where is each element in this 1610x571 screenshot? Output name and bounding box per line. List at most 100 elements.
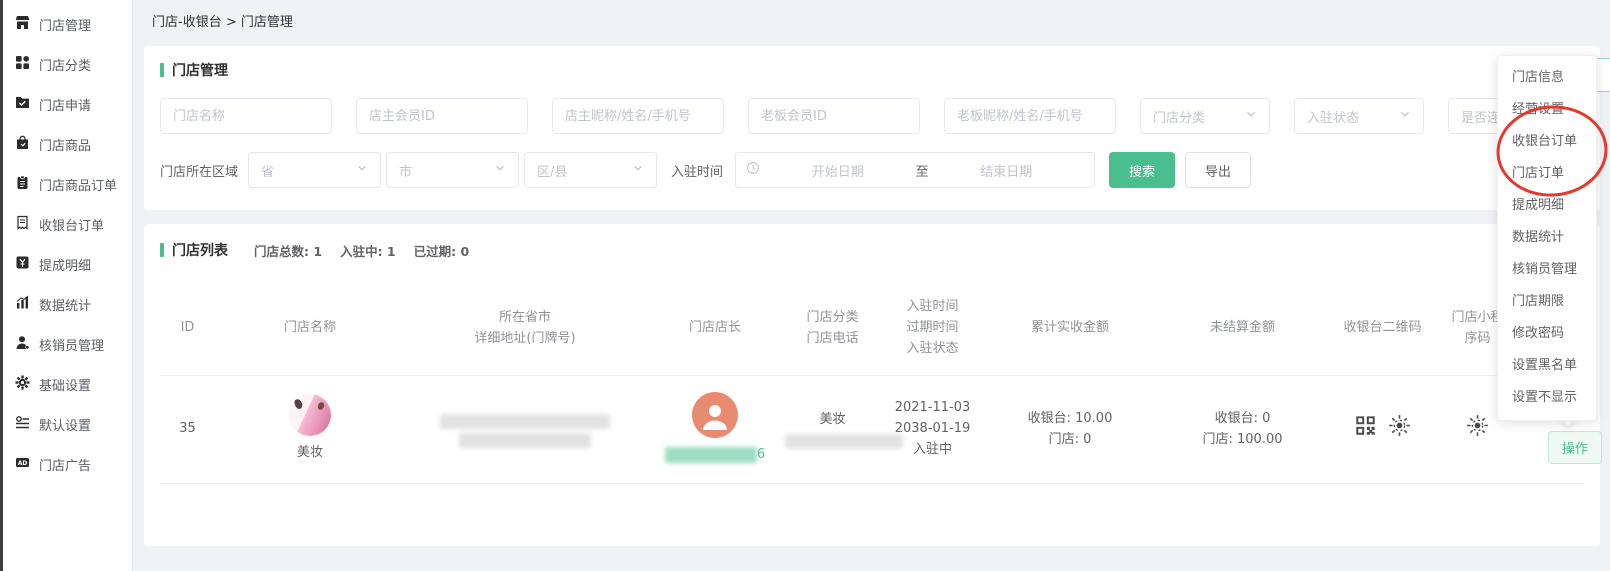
stat-active: 入驻中: 1 — [340, 241, 396, 260]
sidebar-item-label: 门店商品 — [39, 135, 91, 154]
main-content: 门店-收银台 > 门店管理 门店管理 门店分类 入驻状态 是否连锁店 — [134, 0, 1610, 571]
date-to-label: 至 — [916, 161, 929, 180]
store-category: 美妆 — [785, 409, 880, 430]
menu-item-business-settings[interactable]: 经营设置 — [1498, 94, 1596, 126]
boss-id-input[interactable] — [748, 98, 920, 134]
date-start-placeholder[interactable]: 开始日期 — [760, 161, 916, 180]
sidebar-item-store-ads[interactable]: AD 门店广告 — [3, 444, 132, 484]
chevron-down-icon — [1245, 108, 1257, 124]
sidebar-item-label: 提成明细 — [39, 255, 91, 274]
region-selects: 省 市 区/县 — [248, 152, 657, 188]
folder-check-icon — [15, 95, 30, 114]
filter-row-2: 门店所在区域 省 市 区/县 入驻时间 开始日期 至 — [160, 152, 1584, 188]
title-accent-bar — [160, 243, 164, 257]
col-address: 所在省市详细地址(门牌号) — [405, 307, 645, 349]
sidebar-item-store-manage[interactable]: 门店管理 — [3, 4, 132, 44]
sidebar-item-verifier-manage[interactable]: 核销员管理 — [3, 324, 132, 364]
category-select[interactable]: 门店分类 — [1140, 98, 1270, 134]
list-title-text: 门店列表 — [172, 240, 228, 260]
chevron-down-icon — [494, 162, 506, 178]
unsettled-cashier: 收银台: 0 — [1155, 408, 1330, 429]
menu-item-set-hidden[interactable]: 设置不显示 — [1498, 382, 1596, 414]
region-label: 门店所在区域 — [160, 161, 238, 180]
miniprogram-code-icon[interactable] — [1466, 426, 1489, 441]
sidebar-item-store-goods-orders[interactable]: 门店商品订单 — [3, 164, 132, 204]
menu-item-store-orders[interactable]: 门店订单 — [1498, 158, 1596, 190]
menu-item-change-password[interactable]: 修改密码 — [1498, 318, 1596, 350]
menu-item-commission-detail[interactable]: 提成明细 — [1498, 190, 1596, 222]
date-end-placeholder[interactable]: 结束日期 — [929, 161, 1085, 180]
row-unsettled: 收银台: 0 门店: 100.00 — [1155, 408, 1330, 450]
sidebar-item-label: 门店申请 — [39, 95, 91, 114]
blurred-address-line — [459, 433, 591, 448]
action-dropdown-menu: 门店信息 经营设置 收银台订单 门店订单 提成明细 数据统计 核销员管理 门店期… — [1497, 55, 1597, 421]
sidebar-item-store-category[interactable]: 门店分类 — [3, 44, 132, 84]
sidebar-item-label: 默认设置 — [39, 415, 91, 434]
city-select[interactable]: 市 — [386, 152, 519, 188]
gear-icon — [15, 375, 30, 394]
filter-row-1: 门店分类 入驻状态 是否连锁店 — [160, 98, 1584, 134]
menu-item-verifier-manage[interactable]: 核销员管理 — [1498, 254, 1596, 286]
qr-code-icon[interactable] — [1355, 415, 1376, 443]
miniprogram-code-icon[interactable] — [1388, 414, 1411, 444]
row-time-status: 2021-11-03 2038-01-19 入驻中 — [880, 397, 985, 460]
export-button[interactable]: 导出 — [1185, 152, 1251, 188]
menu-item-store-info[interactable]: 门店信息 — [1498, 62, 1596, 94]
store-name-input[interactable] — [160, 98, 332, 134]
search-button[interactable]: 搜索 — [1109, 152, 1175, 188]
sidebar-item-label: 核销员管理 — [39, 335, 104, 354]
status-select[interactable]: 入驻状态 — [1294, 98, 1424, 134]
sidebar-item-store-goods[interactable]: 门店商品 — [3, 124, 132, 164]
sidebar-item-commission-detail[interactable]: 提成明细 — [3, 244, 132, 284]
district-select[interactable]: 区/县 — [524, 152, 657, 188]
sliders-icon — [15, 415, 30, 434]
sidebar-item-label: 基础设置 — [39, 375, 91, 394]
clipboard-icon — [15, 175, 30, 194]
join-time: 2021-11-03 — [880, 397, 985, 418]
unsettled-store: 门店: 100.00 — [1155, 429, 1330, 450]
sidebar-item-label: 门店管理 — [39, 15, 91, 34]
store-icon — [15, 15, 30, 34]
sidebar-item-store-apply[interactable]: 门店申请 — [3, 84, 132, 124]
province-select[interactable]: 省 — [248, 152, 381, 188]
store-name-text: 美妆 — [215, 442, 405, 463]
ad-icon: AD — [15, 455, 30, 474]
window-edge — [0, 0, 3, 571]
row-action-button[interactable]: 操作 — [1548, 431, 1602, 464]
date-range-picker[interactable]: 开始日期 至 结束日期 — [735, 152, 1095, 188]
grid-icon — [15, 55, 30, 74]
owner-info-input[interactable] — [552, 98, 724, 134]
sidebar-item-data-stats[interactable]: 数据统计 — [3, 284, 132, 324]
store-avatar[interactable] — [289, 394, 331, 436]
row-id: 35 — [160, 418, 215, 439]
col-unsettled: 未结算金额 — [1155, 317, 1330, 338]
join-time-label: 入驻时间 — [671, 161, 723, 180]
store-list-panel: 门店列表 门店总数: 1 入驻中: 1 已过期: 0 ID 门店名称 所在省市详… — [144, 224, 1600, 546]
menu-item-data-stats[interactable]: 数据统计 — [1498, 222, 1596, 254]
sidebar-item-label: 门店分类 — [39, 55, 91, 74]
manager-name[interactable]: 6 — [645, 444, 785, 465]
row-manager: 6 — [645, 392, 785, 465]
manager-avatar[interactable] — [692, 392, 738, 438]
col-manager: 门店店长 — [645, 317, 785, 338]
boss-info-input[interactable] — [944, 98, 1116, 134]
table-row: 35 美妆 6 美妆 — [160, 375, 1584, 484]
chart-icon — [15, 295, 30, 314]
blurred-name — [665, 447, 757, 463]
sidebar-item-label: 数据统计 — [39, 295, 91, 314]
chevron-down-icon — [356, 162, 368, 178]
col-cashier-qr: 收银台二维码 — [1330, 317, 1435, 338]
list-panel-title: 门店列表 — [160, 240, 228, 260]
sidebar-item-default-settings[interactable]: 默认设置 — [3, 404, 132, 444]
sidebar-item-cashier-orders[interactable]: 收银台订单 — [3, 204, 132, 244]
menu-item-cashier-orders[interactable]: 收银台订单 — [1498, 126, 1596, 158]
row-address — [405, 410, 645, 448]
owner-id-input[interactable] — [356, 98, 528, 134]
received-cashier: 收银台: 10.00 — [985, 408, 1155, 429]
sidebar-item-basic-settings[interactable]: 基础设置 — [3, 364, 132, 404]
menu-item-store-term[interactable]: 门店期限 — [1498, 286, 1596, 318]
menu-item-set-blacklist[interactable]: 设置黑名单 — [1498, 350, 1596, 382]
stat-expired: 已过期: 0 — [414, 241, 470, 260]
filter-panel: 门店管理 门店分类 入驻状态 是否连锁店 门店所在区域 — [144, 46, 1600, 210]
list-header: 门店列表 门店总数: 1 入驻中: 1 已过期: 0 — [160, 240, 1584, 260]
